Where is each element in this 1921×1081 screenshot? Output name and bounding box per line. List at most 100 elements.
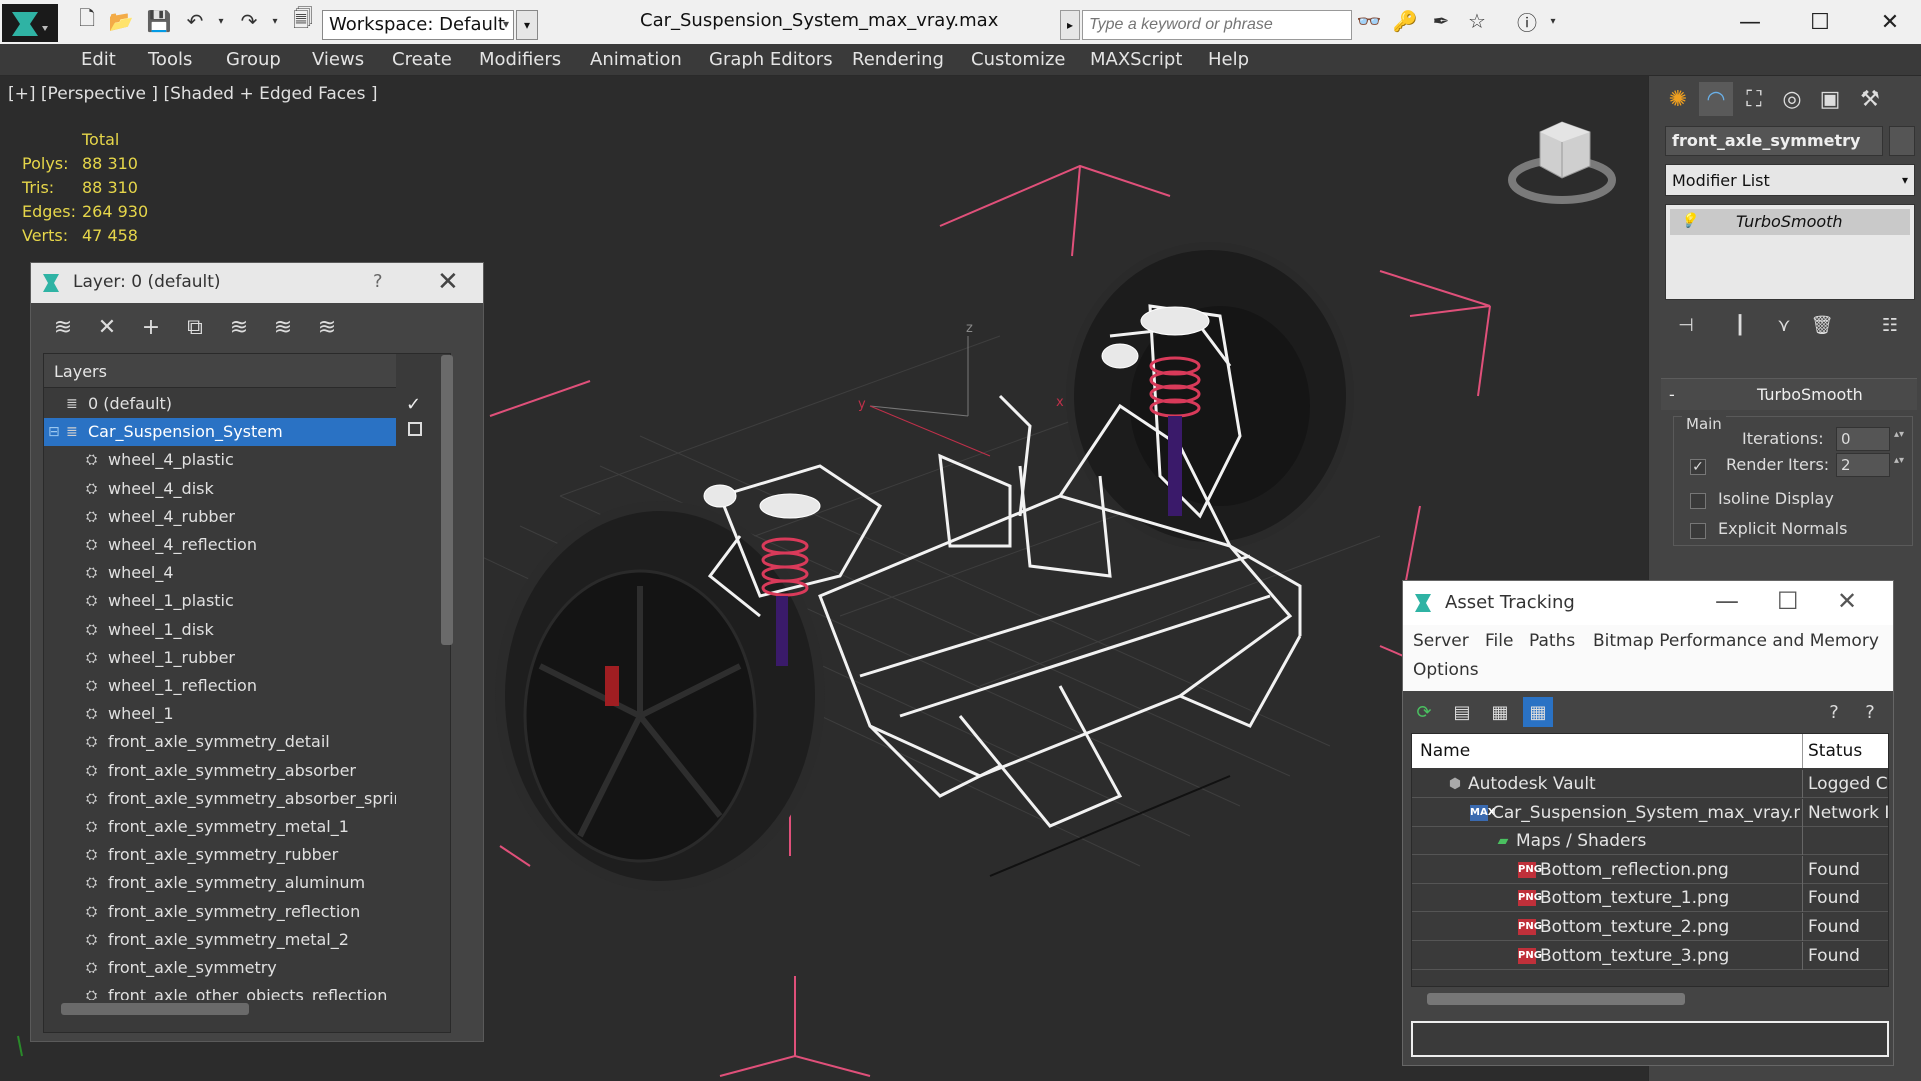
viewport-label-menu[interactable]: [+] [Perspective ] [Shaded + Edged Faces… [8, 84, 377, 104]
make-unique-icon[interactable]: ⋎ [1769, 310, 1799, 340]
layer-object-row[interactable]: ⛭ wheel_4_reflection [44, 531, 396, 559]
search-input[interactable] [1082, 10, 1352, 40]
modifier-list-dropdown[interactable]: Modifier List ▾ [1665, 164, 1915, 196]
minimize-button[interactable]: — [1715, 587, 1739, 615]
remove-modifier-icon[interactable]: 🗑 [1807, 310, 1837, 340]
close-button[interactable]: ✕ [1837, 587, 1857, 615]
layer-object-row[interactable]: ⛭ wheel_4 [44, 559, 396, 587]
iterations-spinner[interactable]: 0 [1836, 427, 1890, 451]
redo-dropdown-icon[interactable]: ▾ [262, 8, 288, 34]
lightbulb-icon[interactable]: 💡 [1680, 213, 1697, 229]
maximize-button[interactable]: ☐ [1800, 6, 1840, 38]
show-end-result-icon[interactable]: ┃ [1725, 310, 1755, 340]
layer-object-row[interactable]: ⛭ wheel_1_rubber [44, 644, 396, 672]
key-icon[interactable]: 🔑 [1392, 8, 1418, 34]
explicit-normals-checkbox[interactable] [1690, 523, 1706, 539]
layer-object-row[interactable]: ⛭ wheel_1_disk [44, 616, 396, 644]
modifier-stack-item[interactable]: 💡 TurboSmooth [1670, 209, 1910, 235]
menu-customize[interactable]: Customize [971, 49, 1065, 70]
spinner-arrows-icon[interactable]: ▴▾ [1894, 429, 1904, 440]
configure-modifier-sets-icon[interactable]: ☷ [1875, 310, 1905, 340]
collapse-icon[interactable]: ⊟ [48, 424, 64, 440]
search-expand-button[interactable]: ▸ [1060, 10, 1080, 40]
viewcube-icon[interactable] [1508, 121, 1616, 204]
maximize-button[interactable]: ☐ [1777, 587, 1799, 615]
pin-stack-icon[interactable]: ⊣ [1671, 310, 1701, 340]
asset-row[interactable]: PNG Bottom_texture_1.png Found [1412, 884, 1888, 913]
asset-row[interactable]: PNG Bottom_reflection.png Found [1412, 855, 1888, 884]
layer-object-row[interactable]: ⛭ wheel_4_rubber [44, 503, 396, 531]
hierarchy-tab-icon[interactable]: ⛶ [1737, 82, 1771, 116]
menu-views[interactable]: Views [312, 49, 364, 70]
close-button[interactable]: ✕ [1870, 6, 1910, 38]
render-iters-checkbox[interactable]: ✓ [1690, 459, 1706, 475]
render-iters-spinner[interactable]: 2 [1836, 453, 1890, 477]
layer-object-row[interactable]: ⛭ wheel_1_plastic [44, 587, 396, 615]
layer-object-row[interactable]: ⛭ wheel_1 [44, 700, 396, 728]
menu-graph-editors[interactable]: Graph Editors [709, 49, 833, 70]
motion-tab-icon[interactable]: ◎ [1775, 82, 1809, 116]
column-status[interactable]: Status [1808, 741, 1862, 761]
layer-row[interactable]: ≣ 0 (default) [44, 390, 396, 418]
layer-object-row[interactable]: ⛭ front_axle_other_objects_reflection [44, 982, 396, 1000]
undo-icon[interactable]: ↶ [182, 8, 208, 34]
menu-paths[interactable]: Paths [1529, 631, 1575, 651]
create-tab-icon[interactable]: ✺ [1661, 82, 1695, 116]
open-file-icon[interactable]: 📂 [108, 8, 134, 34]
sign-in-icon[interactable]: ✒ [1428, 8, 1454, 34]
save-file-icon[interactable]: 💾 [146, 8, 172, 34]
hide-all-icon[interactable]: ≋ [267, 311, 299, 343]
highlight-selected-icon[interactable]: ≋ [223, 311, 255, 343]
workspace-dropdown[interactable]: Workspace: Default ▾ [322, 10, 514, 40]
add-to-layer-icon[interactable]: + [135, 311, 167, 343]
menu-bitmap-performance[interactable]: Bitmap Performance and Memory [1593, 631, 1879, 651]
menu-edit[interactable]: Edit [81, 49, 116, 70]
layer-object-row[interactable]: ⛭ wheel_4_disk [44, 475, 396, 503]
menu-tools[interactable]: Tools [148, 49, 192, 70]
help-icon[interactable]: ? [373, 271, 383, 292]
asset-row[interactable]: ⬢ Autodesk Vault Logged C [1412, 770, 1888, 798]
layers-column-header[interactable]: Layers [44, 354, 396, 388]
asset-row[interactable]: ▰ Maps / Shaders [1412, 827, 1888, 856]
spinner-arrows-icon[interactable]: ▴▾ [1894, 455, 1904, 466]
asset-row[interactable]: PNG Bottom_texture_2.png Found [1412, 913, 1888, 941]
menu-maxscript[interactable]: MAXScript [1090, 49, 1182, 70]
menu-file[interactable]: File [1485, 631, 1513, 651]
layer-window-titlebar[interactable]: Layer: 0 (default) ? ✕ [31, 263, 483, 303]
workspace-menu-button[interactable]: ▾ [516, 10, 538, 40]
layer-object-row[interactable]: ⛭ front_axle_symmetry_absorber_spring [44, 785, 396, 813]
refresh-icon[interactable]: ⟳ [1409, 697, 1439, 727]
layer-object-row[interactable]: ⛭ front_axle_symmetry_rubber [44, 841, 396, 869]
freeze-all-icon[interactable]: ≋ [311, 311, 343, 343]
layer-object-row[interactable]: ⛭ wheel_4_plastic [44, 446, 396, 474]
create-layer-icon[interactable]: ≋ [47, 311, 79, 343]
menu-options[interactable]: Options [1413, 660, 1479, 680]
vertical-scrollbar[interactable] [441, 355, 453, 645]
menu-server[interactable]: Server [1413, 631, 1469, 651]
menu-animation[interactable]: Animation [590, 49, 682, 70]
table-view-icon[interactable]: ▦ [1523, 697, 1553, 727]
layer-object-row[interactable]: ⛭ front_axle_symmetry_metal_2 [44, 926, 396, 954]
modify-tab-icon[interactable]: ◠ [1699, 82, 1733, 116]
help-dropdown-icon[interactable]: ▾ [1540, 8, 1566, 34]
favorites-star-icon[interactable]: ☆ [1464, 8, 1490, 34]
undo-dropdown-icon[interactable]: ▾ [208, 8, 234, 34]
asset-row[interactable]: MAX Car_Suspension_System_max_vray.max Net… [1412, 798, 1888, 827]
select-objects-icon[interactable]: ⧉ [179, 311, 211, 343]
layer-row[interactable]: ⊟ ≣ Car_Suspension_System [44, 418, 396, 447]
layer-object-row[interactable]: ⛭ front_axle_symmetry [44, 954, 396, 982]
whats-this-icon[interactable]: ? [1855, 697, 1885, 727]
help-icon[interactable]: ? [1819, 697, 1849, 727]
layer-object-row[interactable]: ⛭ front_axle_symmetry_metal_1 [44, 813, 396, 841]
project-folder-icon[interactable]: 🗐 [290, 6, 316, 34]
display-tab-icon[interactable]: ▣ [1813, 82, 1847, 116]
thumbnail-view-icon[interactable]: ▦ [1485, 697, 1515, 727]
column-name[interactable]: Name [1420, 741, 1470, 761]
menu-modifiers[interactable]: Modifiers [479, 49, 561, 70]
layer-object-row[interactable]: ⛭ wheel_1_reflection [44, 672, 396, 700]
app-menu-button[interactable] [2, 4, 58, 42]
menu-create[interactable]: Create [392, 49, 452, 70]
new-file-icon[interactable]: 🗋 [74, 6, 100, 34]
delete-layer-icon[interactable]: ✕ [91, 311, 123, 343]
horizontal-scrollbar[interactable] [61, 1003, 249, 1015]
